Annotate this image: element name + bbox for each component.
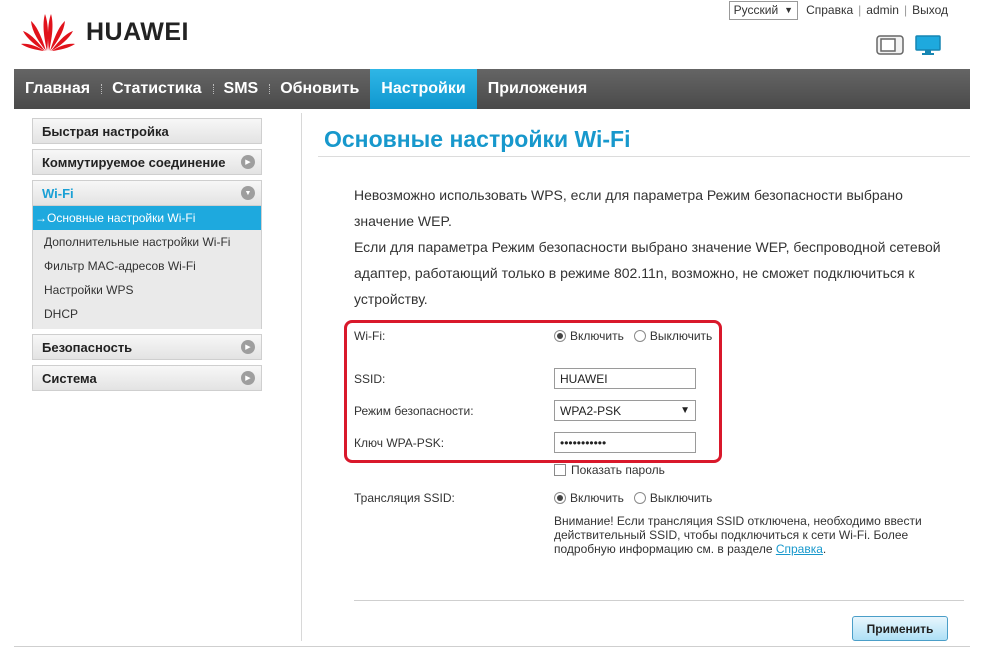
sidebar-subitem-dhcp[interactable]: DHCP (33, 302, 261, 326)
huawei-logo: HUAWEI (20, 12, 189, 52)
nav-sms[interactable]: SMS (212, 69, 270, 109)
sidebar-subitem-basic-wifi[interactable]: → Основные настройки Wi-Fi (33, 206, 261, 230)
chevron-right-icon: ▶ (241, 155, 255, 169)
radio-icon (633, 330, 646, 342)
info-note: Невозможно использовать WPS, если для па… (354, 182, 954, 312)
sidebar-item-system[interactable]: Система ▶ (32, 365, 262, 391)
sidebar-item-quick-setup[interactable]: Быстрая настройка (32, 118, 262, 144)
ssid-label: SSID: (354, 371, 386, 386)
security-mode-label: Режим безопасности: (354, 403, 474, 418)
chevron-down-icon: ▼ (241, 186, 255, 200)
sidebar-item-label: Система (42, 370, 97, 386)
sidebar-item-label: Безопасность (42, 339, 133, 355)
help-link-inline[interactable]: Справка (776, 542, 823, 556)
checkbox-label: Показать пароль (571, 463, 665, 477)
chevron-down-icon: ▼ (680, 405, 690, 416)
sidebar-item-label: Коммутируемое соединение (42, 154, 226, 170)
view-switcher (876, 35, 944, 55)
desktop-view-icon[interactable] (914, 35, 944, 55)
radio-label: Включить (570, 329, 624, 343)
radio-selected-icon (554, 492, 566, 504)
note-wep: Если для параметра Режим безопасности вы… (354, 239, 941, 307)
broadcast-enable-radio[interactable]: Включить (554, 491, 624, 505)
nav-update[interactable]: Обновить (269, 69, 370, 109)
sidebar-item-dialup[interactable]: Коммутируемое соединение ▶ (32, 149, 262, 175)
note-wps: Невозможно использовать WPS, если для па… (354, 187, 903, 229)
chevron-down-icon: ▼ (784, 5, 794, 15)
apply-button[interactable]: Применить (852, 616, 948, 641)
page-title: Основные настройки Wi-Fi (324, 126, 631, 152)
nav-settings[interactable]: Настройки (370, 69, 477, 109)
sidebar: Быстрая настройка Коммутируемое соединен… (32, 118, 262, 396)
warning-end: . (822, 542, 827, 556)
wpa-key-row: Ключ WPA-PSK: ••••••••••• (354, 432, 696, 453)
broadcast-disable-radio[interactable]: Выключить (633, 491, 713, 505)
divider (14, 646, 970, 647)
user-name: admin (866, 3, 899, 17)
security-mode-row: Режим безопасности: WPA2-PSK ▼ (354, 400, 696, 421)
radio-selected-icon (554, 330, 566, 342)
divider (318, 156, 970, 157)
logo-text: HUAWEI (86, 17, 189, 46)
separator: | (858, 3, 862, 17)
sidebar-submenu-wifi: → Основные настройки Wi-Fi Дополнительны… (32, 206, 262, 329)
radio-icon (633, 492, 646, 504)
ssid-broadcast-row: Трансляция SSID: Включить Выключить (354, 491, 722, 505)
sidebar-item-label: Основные настройки Wi-Fi (47, 211, 196, 225)
nav-statistics[interactable]: Статистика (101, 69, 212, 109)
wifi-toggle-row: Wi-Fi: Включить Выключить (354, 329, 722, 343)
sidebar-subitem-wps[interactable]: Настройки WPS (33, 278, 261, 302)
nav-home[interactable]: Главная (14, 69, 101, 109)
security-mode-select[interactable]: WPA2-PSK ▼ (554, 400, 696, 421)
sidebar-item-security[interactable]: Безопасность ▶ (32, 334, 262, 360)
show-password-row: Показать пароль (554, 463, 675, 477)
ssid-row: SSID: HUAWEI (354, 368, 696, 389)
radio-label: Выключить (649, 491, 713, 505)
checkbox-icon (554, 464, 566, 476)
language-select[interactable]: Русский ▼ (728, 0, 799, 20)
arrow-right-icon: → (35, 211, 47, 225)
separator: | (903, 3, 908, 17)
top-bar: Русский ▼ Справка | admin | Выход (728, 0, 948, 20)
sidebar-item-label: Wi-Fi (42, 185, 74, 201)
main-nav: Главная Статистика SMS Обновить Настройк… (14, 69, 970, 109)
broadcast-warning: Внимание! Если трансляция SSID отключена… (554, 514, 934, 556)
language-value: Русский (733, 3, 779, 17)
ssid-broadcast-label: Трансляция SSID: (354, 491, 455, 505)
divider (354, 600, 964, 601)
chevron-right-icon: ▶ (241, 340, 255, 354)
radio-label: Включить (570, 491, 624, 505)
radio-label: Выключить (649, 329, 713, 343)
nav-applications[interactable]: Приложения (477, 69, 599, 109)
divider (301, 113, 302, 641)
wifi-label: Wi-Fi: (354, 329, 386, 343)
chevron-right-icon: ▶ (241, 371, 255, 385)
help-link[interactable]: Справка (806, 3, 853, 17)
warning-text: Внимание! Если трансляция SSID отключена… (554, 514, 922, 556)
wpa-key-input[interactable]: ••••••••••• (554, 432, 696, 453)
huawei-petal-icon (21, 14, 75, 51)
sidebar-item-label: Быстрая настройка (42, 123, 169, 139)
wpa-key-label: Ключ WPA-PSK: (354, 435, 445, 450)
wifi-enable-radio[interactable]: Включить (554, 329, 624, 343)
logout-link[interactable]: Выход (912, 3, 948, 17)
ssid-input[interactable]: HUAWEI (554, 368, 696, 389)
tablet-view-icon[interactable] (876, 35, 904, 55)
show-password-checkbox[interactable]: Показать пароль (554, 463, 665, 477)
sidebar-subitem-mac-filter[interactable]: Фильтр MAC-адресов Wi-Fi (33, 254, 261, 278)
wifi-disable-radio[interactable]: Выключить (633, 329, 713, 343)
sidebar-item-wifi[interactable]: Wi-Fi ▼ (32, 180, 262, 206)
select-value: WPA2-PSK (560, 403, 622, 418)
sidebar-subitem-advanced-wifi[interactable]: Дополнительные настройки Wi-Fi (33, 230, 261, 254)
